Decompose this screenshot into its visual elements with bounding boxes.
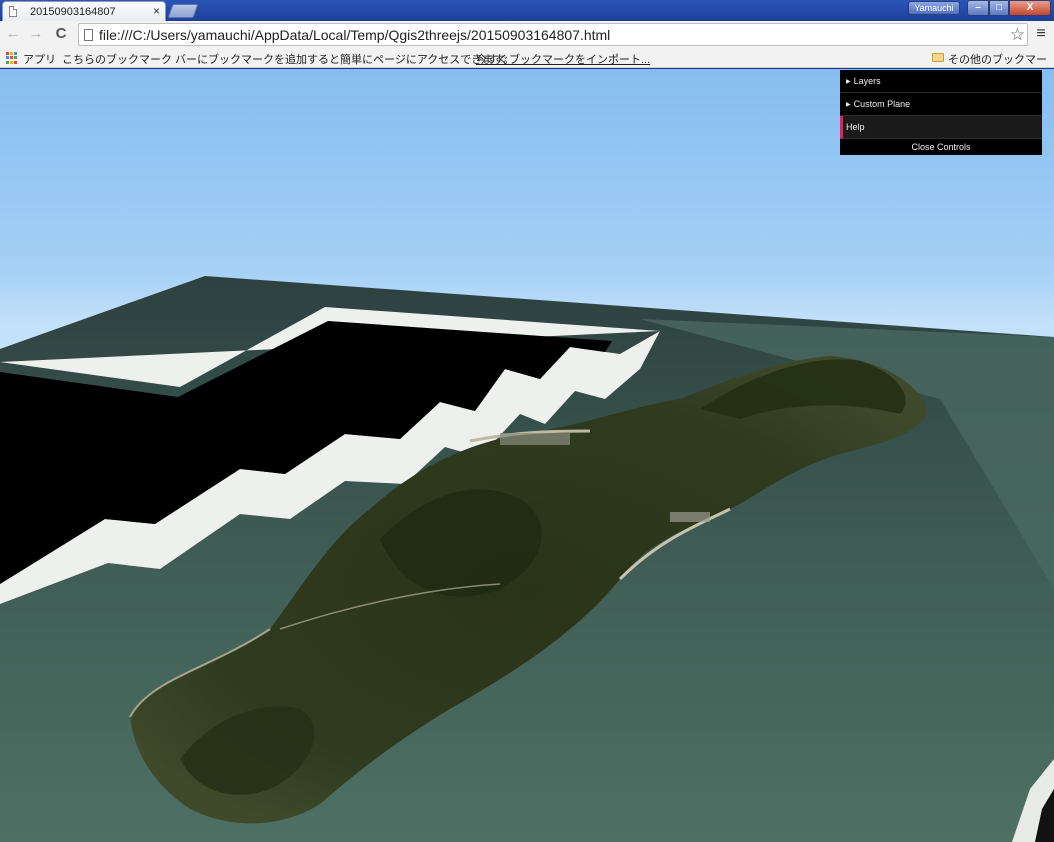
window-controls: – □ X (967, 0, 1052, 17)
forward-icon[interactable]: → (27, 25, 45, 43)
profile-badge[interactable]: Yamauchi (908, 1, 960, 15)
help-item[interactable]: Help (840, 116, 1042, 139)
window-title-bar: 20150903164807 × Yamauchi – □ X (0, 0, 1054, 21)
triangle-right-icon: ▶ (846, 102, 851, 108)
custom-plane-label: Custom Plane (853, 99, 911, 109)
village-south (670, 512, 710, 522)
reload-icon[interactable]: C (52, 25, 70, 43)
new-tab-button[interactable] (167, 4, 199, 18)
terrain-scene (0, 276, 1054, 842)
folder-icon (932, 53, 944, 62)
address-bar[interactable]: file:///C:/Users/yamauchi/AppData/Local/… (78, 23, 1028, 46)
page-icon (84, 29, 93, 41)
tab-title: 20150903164807 (30, 5, 116, 18)
bookmarks-hint-text: こちらのブックマーク バーにブックマークを追加すると簡単にページにアクセスできま… (62, 54, 515, 66)
layers-folder[interactable]: ▶ Layers (840, 70, 1042, 93)
back-icon[interactable]: ← (4, 25, 22, 43)
browser-tab[interactable]: 20150903164807 × (2, 1, 166, 21)
close-window-button[interactable]: X (1009, 0, 1051, 16)
bookmark-star-icon[interactable]: ☆ (1010, 24, 1025, 45)
custom-plane-folder[interactable]: ▶ Custom Plane (840, 93, 1042, 116)
controls-panel: ▶ Layers ▶ Custom Plane Help Close Control… (840, 70, 1042, 155)
bookmarks-bar: アプリ こちらのブックマーク バーにブックマークを追加すると簡単にページにアクセ… (0, 48, 1054, 82)
close-controls-label: Close Controls (911, 142, 971, 152)
tab-close-icon[interactable]: × (153, 4, 160, 18)
url-text[interactable]: file:///C:/Users/yamauchi/AppData/Local/… (99, 27, 610, 43)
maximize-button[interactable]: □ (989, 0, 1009, 16)
triangle-right-icon: ▶ (846, 79, 851, 85)
apps-link[interactable]: アプリ (23, 51, 56, 67)
browser-toolbar: ← → C file:///C:/Users/yamauchi/AppData/… (0, 21, 1054, 48)
minimize-button[interactable]: – (967, 0, 989, 16)
page-favicon-icon (9, 6, 17, 17)
threejs-viewport[interactable]: ▶ Layers ▶ Custom Plane Help Close Control… (0, 69, 1054, 842)
help-label: Help (846, 122, 865, 132)
village-north (500, 433, 570, 445)
close-controls-button[interactable]: Close Controls (840, 139, 1042, 155)
layers-label: Layers (853, 76, 881, 86)
apps-grid-icon[interactable] (6, 52, 18, 64)
menu-icon[interactable]: ≡ (1034, 25, 1048, 43)
import-bookmarks-link[interactable]: 今すぐブックマークをインポート... (476, 51, 650, 67)
